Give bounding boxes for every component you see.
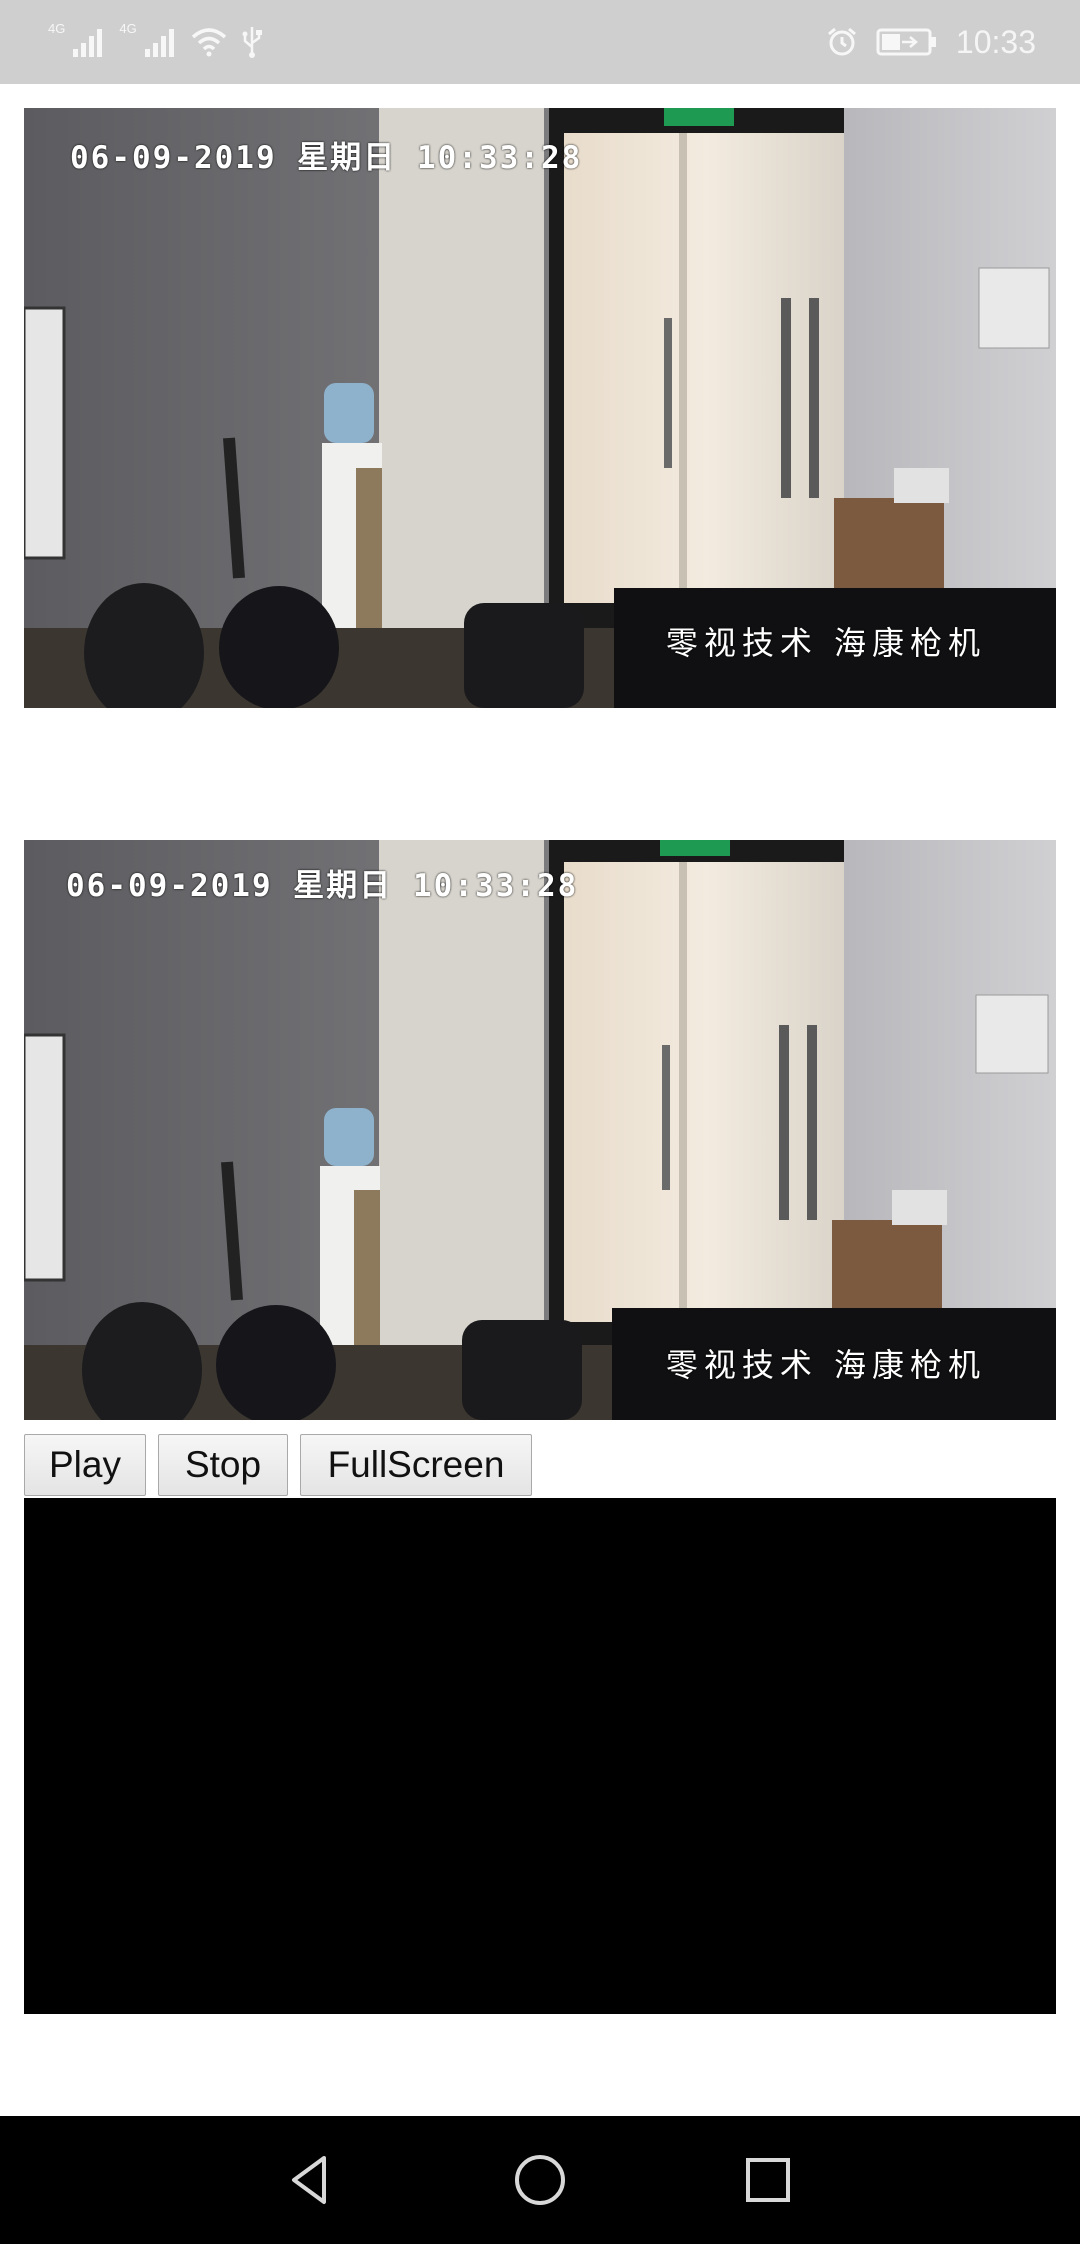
camera-timestamp-overlay: 06-09-2019 星期日 10:33:28 [66, 868, 579, 904]
camera-view-middle[interactable]: 06-09-2019 星期日 10:33:28 零视技术 海康枪机 [24, 840, 1056, 1420]
battery-charging-icon [876, 28, 936, 56]
home-icon[interactable] [510, 2150, 570, 2210]
status-left: 4G 4G [48, 20, 263, 64]
camera-timestamp-overlay: 06-09-2019 星期日 10:33:28 [70, 140, 583, 176]
usb-icon [242, 27, 262, 58]
play-button[interactable]: Play [24, 1434, 146, 1496]
player-controls: Play Stop FullScreen [24, 1434, 532, 1498]
fullscreen-button[interactable]: FullScreen [300, 1434, 532, 1496]
alarm-icon [827, 27, 856, 56]
wifi-icon [191, 28, 226, 57]
status-clock: 10:33 [955, 23, 1036, 60]
stop-button[interactable]: Stop [158, 1434, 288, 1496]
network-type-label: 4G [119, 20, 137, 36]
video-player[interactable] [24, 1498, 1056, 2014]
signal-icon [144, 29, 174, 57]
network-type-label: 4G [48, 20, 66, 36]
camera-caption-overlay: 零视技术 海康枪机 [665, 624, 986, 662]
navigation-bar [0, 2116, 1080, 2244]
status-bar: 4G 4G 10:33 [0, 0, 1080, 84]
status-right: 10:33 [826, 20, 1036, 64]
recents-icon[interactable] [738, 2150, 798, 2210]
camera-view-top[interactable]: 06-09-2019 星期日 10:33:28 零视技术 海康枪机 [24, 108, 1056, 708]
signal-icon [73, 29, 103, 57]
camera-caption-overlay: 零视技术 海康枪机 [665, 1346, 986, 1384]
back-icon[interactable] [280, 2150, 340, 2210]
camera-snapshot-image [24, 840, 1056, 1420]
